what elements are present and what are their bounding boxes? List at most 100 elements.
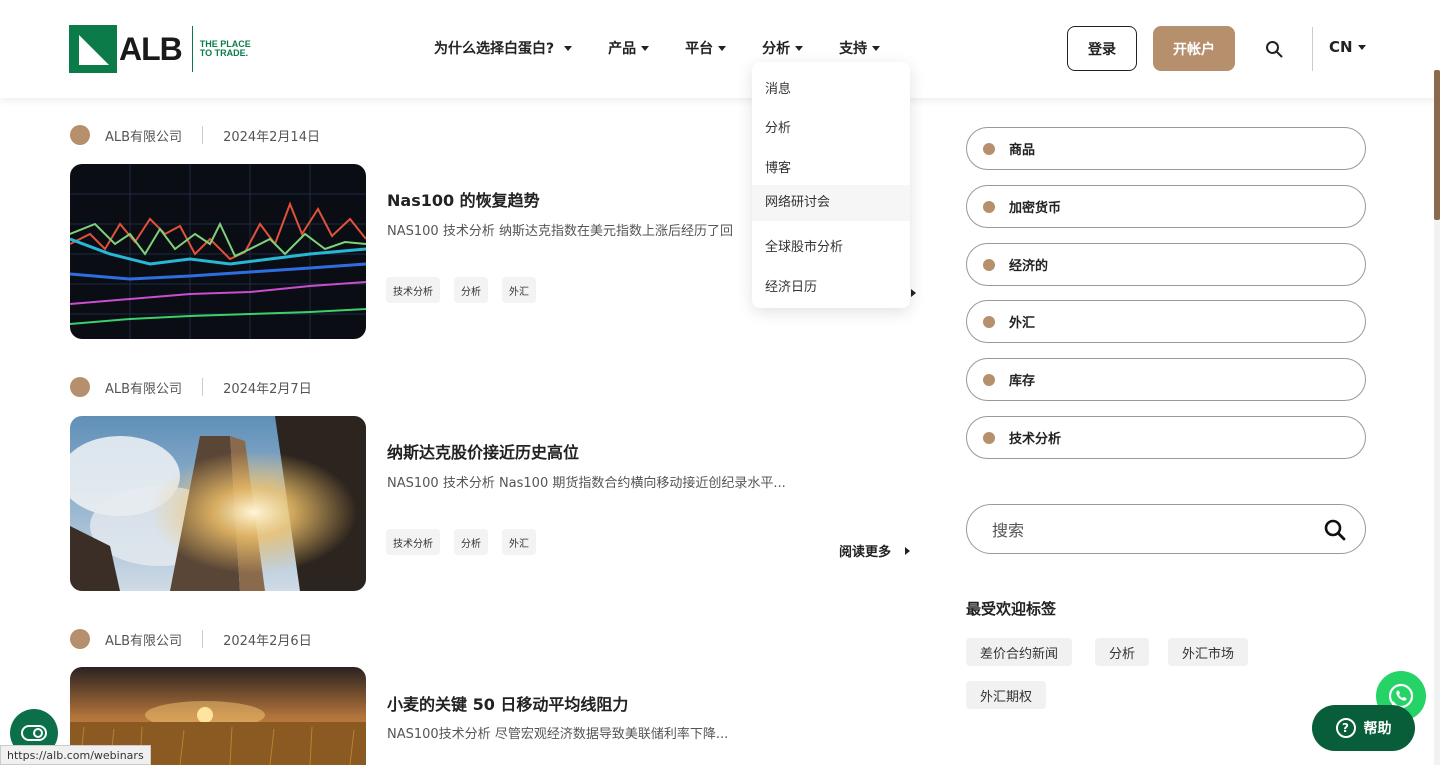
article-date: 2024年2月6日 [223,633,312,649]
tag-chip[interactable]: 技术分析 [386,277,440,303]
chevron-right-icon [911,289,916,297]
chevron-down-icon [872,45,881,51]
logo[interactable]: ALB THE PLACE TO TRADE. [69,25,260,73]
menu-item-blog[interactable]: 博客 [765,157,791,176]
category-label: 外汇 [1009,316,1036,331]
nav-platform[interactable]: 平台 [685,38,727,58]
article-excerpt: NAS100 技术分析 纳斯达克指数在美元指数上涨后经历了回 [387,224,733,239]
author-name: ALB有限公司 [105,633,183,649]
chevron-down-icon [1357,44,1366,50]
category-economic[interactable]: 经济的 [966,243,1366,286]
chevron-down-icon [795,45,804,51]
category-forex[interactable]: 外汇 [966,300,1366,343]
category-label: 加密货币 [1009,201,1062,216]
menu-item-webinars[interactable]: 网络研讨会 [752,185,910,221]
login-button[interactable]: 登录 [1067,26,1137,71]
nav-label: 分析 [762,41,791,57]
tag-chip[interactable]: 分析 [454,277,488,303]
scrollbar-thumb[interactable] [1434,70,1440,220]
logo-divider [191,26,193,72]
skyscraper-image [70,416,366,591]
stock-chart-image [70,164,366,339]
help-label: 帮助 [1363,721,1392,737]
article-title[interactable]: Nas100 的恢复趋势 [387,187,540,211]
chevron-right-icon [905,546,911,555]
tag-chip[interactable]: 外汇 [502,529,536,555]
bullet-dot [983,258,995,271]
nav-label: 平台 [685,41,714,57]
menu-item-analysis[interactable]: 分析 [765,117,791,136]
nav-products[interactable]: 产品 [608,38,650,58]
author-name: ALB有限公司 [105,129,183,145]
category-stocks[interactable]: 库存 [966,358,1366,401]
language-selector[interactable]: CN [1329,38,1366,56]
article-title[interactable]: 纳斯达克股价接近历史高位 [387,439,579,463]
menu-item-news[interactable]: 消息 [765,78,791,97]
logo-wordmark: ALB [119,30,183,67]
author-avatar [70,629,90,649]
chevron-down-icon [564,45,573,51]
analysis-dropdown-menu: 消息 分析 博客 网络研讨会 全球股市分析 经济日历 [752,62,910,308]
popular-tag[interactable]: 差价合约新闻 [966,638,1073,666]
menu-item-global-stock-analysis[interactable]: 全球股市分析 [765,236,843,255]
category-label: 商品 [1009,143,1036,158]
read-more-link[interactable] [911,289,916,297]
article-excerpt: NAS100技术分析 尽管宏观经济数据导致美联储利率下降... [387,727,729,742]
open-account-button[interactable]: 开帐户 [1153,26,1235,71]
sidebar-search-input[interactable]: 搜索 [966,504,1366,554]
main-nav: 为什么选择白蛋白? 产品 平台 分析 支持 [434,38,881,58]
nav-support[interactable]: 支持 [839,38,881,58]
author-name: ALB有限公司 [105,381,183,397]
author-avatar [70,377,90,397]
meta-divider [202,630,204,648]
cookie-toggle-icon [21,725,47,741]
chevron-down-icon [641,45,650,51]
bullet-dot [983,315,995,328]
article-date: 2024年2月14日 [223,129,320,145]
help-button[interactable]: ? 帮助 [1312,705,1415,751]
bullet-dot [983,142,995,155]
site-header: ALB THE PLACE TO TRADE. 为什么选择白蛋白? 产品 平台 … [0,0,1440,98]
bullet-dot [983,373,995,386]
help-icon: ? [1335,718,1356,738]
popular-tag[interactable]: 外汇期权 [966,681,1047,709]
article-meta: ALB有限公司 2024年2月7日 [70,377,312,397]
author-avatar [70,125,90,145]
popular-tag[interactable]: 外汇市场 [1168,638,1249,666]
article-title[interactable]: 小麦的关键 50 日移动平均线阻力 [387,691,628,715]
chevron-down-icon [718,45,727,51]
menu-item-economic-calendar[interactable]: 经济日历 [765,276,817,295]
logo-tagline: THE PLACE TO TRADE. [199,39,251,58]
article-meta: ALB有限公司 2024年2月14日 [70,125,320,145]
language-label: CN [1329,38,1353,56]
article-thumbnail-skyscraper[interactable] [70,416,366,591]
article-date: 2024年2月7日 [223,381,312,397]
nav-label: 为什么选择白蛋白? [434,41,555,57]
search-icon[interactable] [1265,40,1283,58]
meta-divider [202,126,204,144]
article-thumbnail-chart[interactable] [70,164,366,339]
nav-why-alb[interactable]: 为什么选择白蛋白? [434,38,573,58]
tag-chip[interactable]: 外汇 [502,277,536,303]
nav-analysis[interactable]: 分析 [762,38,804,58]
category-label: 经济的 [1009,259,1049,274]
bullet-dot [983,431,995,444]
category-crypto[interactable]: 加密货币 [966,185,1366,228]
category-label: 技术分析 [1009,432,1062,447]
article-tags: 技术分析 分析 外汇 [386,529,536,555]
search-icon[interactable] [1324,519,1346,541]
article-excerpt: NAS100 技术分析 Nas100 期货指数合约横向移动接近创纪录水平... [387,476,786,491]
header-divider [1312,27,1313,71]
nav-label: 支持 [839,41,868,57]
read-more-label: 阅读更多 [839,545,892,560]
category-technical-analysis[interactable]: 技术分析 [966,416,1366,459]
status-bar-url: https://alb.com/webinars [0,745,151,765]
category-commodities[interactable]: 商品 [966,127,1366,170]
meta-divider [202,378,204,396]
read-more-link[interactable]: 阅读更多 [839,541,911,560]
tag-chip[interactable]: 技术分析 [386,529,440,555]
popular-tag[interactable]: 分析 [1095,638,1150,666]
tag-chip[interactable]: 分析 [454,529,488,555]
nav-label: 产品 [608,41,637,57]
bullet-dot [983,200,995,213]
